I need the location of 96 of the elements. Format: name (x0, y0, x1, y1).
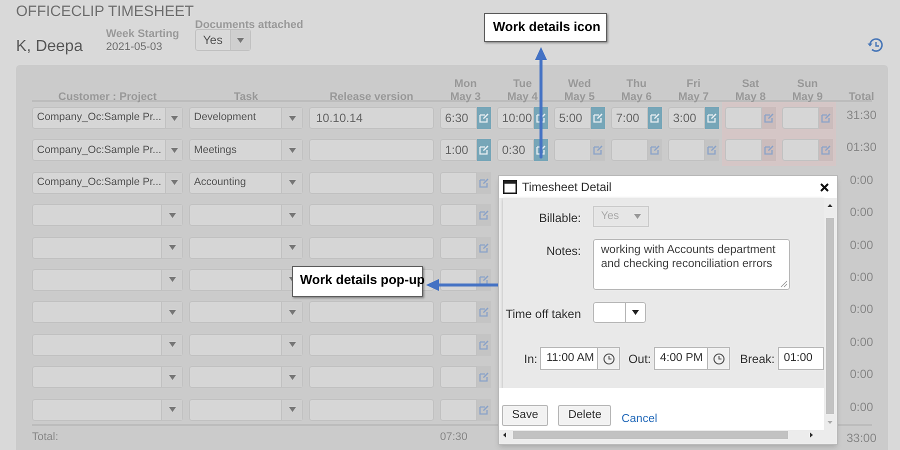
customer-project-select[interactable]: Company_Oc:Sample Pr... (32, 107, 183, 129)
task-select[interactable] (189, 398, 303, 421)
clock-icon[interactable] (602, 352, 615, 364)
hours-field[interactable] (725, 139, 762, 162)
customer-project-select[interactable]: Company_Oc:Sample Pr... (32, 139, 183, 162)
close-icon[interactable] (820, 182, 829, 192)
caret-icon (236, 38, 244, 42)
hours-field[interactable]: 6:30 (440, 107, 477, 129)
caret-icon (288, 212, 296, 218)
customer-project-select[interactable] (32, 334, 183, 356)
field-label: Out: (628, 350, 652, 368)
customer-project-select[interactable] (32, 204, 183, 226)
row-total: 0:00 (848, 204, 874, 222)
caret-icon (288, 407, 296, 412)
row-total: 0:00 (848, 334, 874, 351)
row-total: 0:00 (848, 172, 874, 189)
customer-project-select[interactable] (32, 398, 183, 421)
customer-project-select[interactable] (32, 236, 183, 259)
customer-project-select[interactable] (32, 366, 183, 388)
window-icon (503, 180, 517, 194)
time-field[interactable]: 01:00 (778, 347, 824, 370)
hours-field[interactable] (725, 107, 762, 129)
caret-icon (168, 277, 176, 282)
billable-select: Yes (593, 206, 649, 227)
field-label: Time off taken (504, 306, 582, 323)
customer-project-select[interactable] (32, 301, 183, 324)
row-total: 0:00 (848, 236, 874, 254)
week-starting-date: 2021-05-03 (106, 40, 162, 55)
customer-project-select[interactable]: Company_Oc:Sample Pr... (32, 172, 183, 194)
field-label: Break: (740, 350, 775, 368)
caret-icon (168, 310, 176, 315)
caret-icon (288, 180, 296, 186)
dialog-button[interactable]: Delete (558, 405, 612, 426)
caret-icon (288, 116, 296, 120)
field-label: Notes: (545, 243, 582, 260)
caret-icon (288, 374, 296, 380)
caret-icon (170, 116, 178, 120)
hours-field[interactable]: 0:30 (497, 139, 534, 162)
caret-icon (168, 374, 176, 380)
row-total: 0:00 (848, 268, 874, 286)
history-icon[interactable] (867, 37, 883, 53)
release-version-field[interactable]: 10.10.14 (309, 107, 434, 129)
grand-total: 33:00 (845, 430, 878, 447)
callout-label: Work details icon (484, 13, 607, 42)
caret-icon (170, 148, 178, 153)
caret-icon (168, 212, 176, 218)
hours-field[interactable]: 7:00 (611, 107, 648, 129)
resize-handle-icon[interactable] (780, 280, 788, 288)
notes-field[interactable]: working with Accounts department and checking reconciliation errors (593, 239, 790, 290)
row-total: 0:00 (848, 366, 874, 384)
dialog-title: Timesheet Detail (522, 179, 613, 196)
hours-field[interactable]: 1:00 (440, 139, 477, 162)
hours-field[interactable]: 10:00 (497, 107, 534, 129)
hours-field[interactable] (782, 107, 819, 129)
employee-name: K, Deepa (16, 37, 83, 57)
documents-attached-select[interactable]: Yes (195, 29, 251, 51)
task-select[interactable] (189, 334, 303, 356)
hours-field[interactable]: 5:00 (554, 107, 591, 129)
caret-icon (288, 310, 296, 315)
caret-icon (168, 342, 176, 348)
customer-project-select[interactable] (32, 268, 183, 291)
dialog-button[interactable]: Save (502, 405, 548, 426)
callout-arrow (426, 279, 498, 291)
caret-icon (288, 342, 296, 348)
time-off-select[interactable] (593, 302, 646, 323)
task-select[interactable]: Meetings (189, 139, 303, 162)
caret-icon (288, 148, 296, 153)
task-select[interactable]: Accounting (189, 172, 303, 194)
day-total: 07:30 (440, 430, 469, 445)
clock-icon[interactable] (712, 352, 725, 364)
caret-icon (168, 407, 176, 412)
task-select[interactable]: Development (189, 107, 303, 129)
time-field[interactable]: 11:00 AM (540, 347, 620, 370)
row-total: 01:30 (845, 139, 878, 156)
time-field[interactable]: 4:00 PM (654, 347, 730, 370)
caret-icon (632, 310, 639, 315)
app-title: OFFICECLIP TIMESHEET (16, 2, 194, 22)
caret-icon (288, 245, 296, 250)
caret-icon (168, 245, 176, 250)
task-select[interactable] (189, 366, 303, 388)
hours-field[interactable] (782, 139, 819, 162)
task-select[interactable] (189, 301, 303, 324)
row-total: 0:00 (848, 398, 874, 416)
row-total: 31:30 (845, 107, 878, 124)
hours-field[interactable]: 3:00 (668, 107, 705, 129)
edit-icon[interactable] (479, 274, 489, 285)
week-starting-label: Week Starting (106, 27, 180, 42)
row-total: 0:00 (848, 301, 874, 318)
field-label: Billable: (538, 210, 582, 227)
caret-icon (170, 180, 178, 186)
total-label: Total: (32, 430, 60, 445)
field-label: In: (524, 350, 538, 368)
cancel-link[interactable]: Cancel (621, 410, 658, 428)
task-select[interactable] (189, 204, 303, 226)
task-select[interactable] (189, 236, 303, 259)
caret-icon (634, 214, 641, 219)
